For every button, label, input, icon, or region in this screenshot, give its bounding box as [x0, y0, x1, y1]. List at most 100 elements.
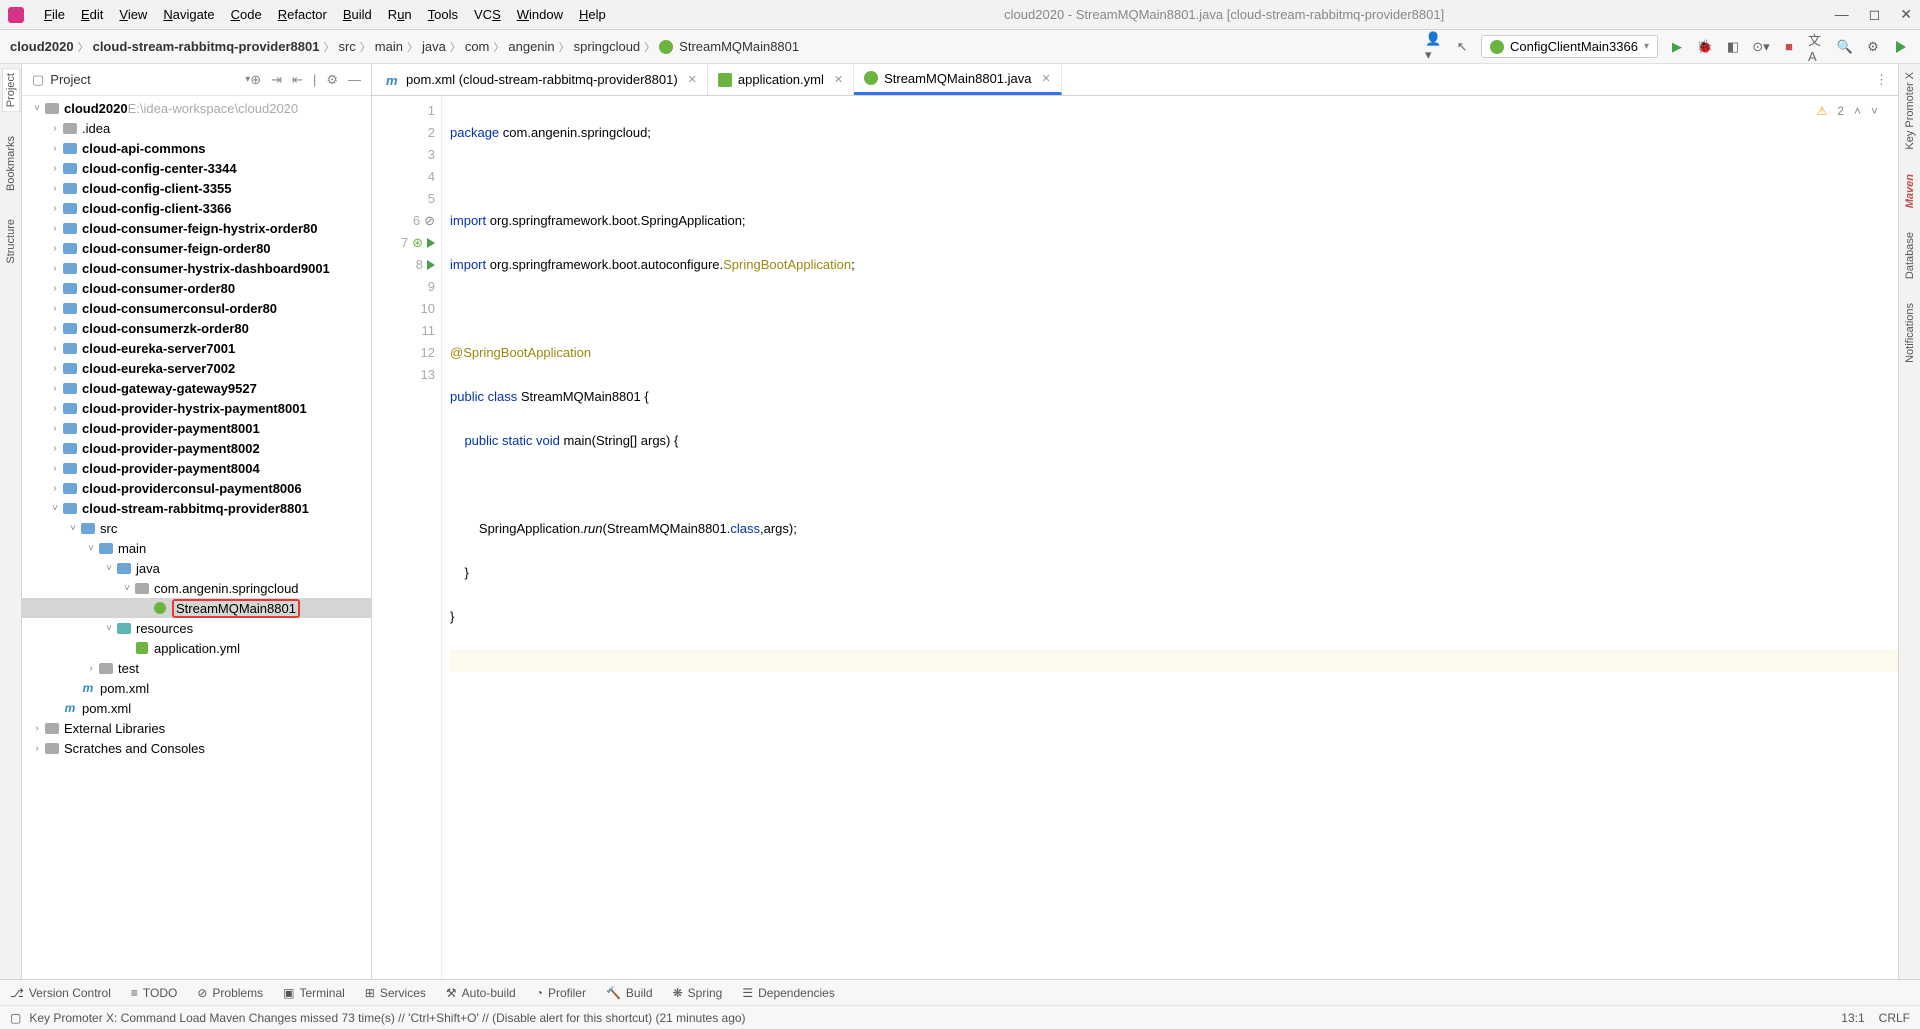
chevron-icon[interactable]: › [48, 183, 62, 194]
tree-item[interactable]: ›cloud-provider-payment8002 [22, 438, 371, 458]
tab-maven[interactable]: Maven [1902, 170, 1918, 212]
crumb[interactable]: main [375, 39, 403, 54]
stop-icon[interactable]: ■ [1780, 38, 1798, 56]
menu-edit[interactable]: Edit [73, 7, 111, 22]
crumb[interactable]: src [338, 39, 355, 54]
status-icon[interactable]: ▢ [10, 1011, 21, 1025]
collapse-icon[interactable]: ⇤ [292, 72, 303, 88]
chevron-icon[interactable]: ˅ [30, 103, 44, 114]
chevron-icon[interactable]: › [48, 343, 62, 354]
search-icon[interactable]: 🔍 [1836, 38, 1854, 56]
tab-keypromoter[interactable]: Key Promoter X [1902, 68, 1918, 154]
tab-project[interactable]: Project [2, 68, 20, 112]
todo-tool[interactable]: ≡ TODO [131, 986, 177, 1000]
chevron-icon[interactable]: › [84, 663, 98, 674]
menu-file[interactable]: File [36, 7, 73, 22]
tabs-more-icon[interactable]: ⋮ [1875, 72, 1888, 88]
problems-tool[interactable]: ⊘ Problems [197, 986, 263, 1000]
run-config-selector[interactable]: ConfigClientMain3366 ▾ [1481, 35, 1658, 58]
minimize-icon[interactable]: — [1835, 6, 1849, 23]
tree-item[interactable]: ›External Libraries [22, 718, 371, 738]
tree-item[interactable]: ›cloud-providerconsul-payment8006 [22, 478, 371, 498]
close-tab-icon[interactable]: ✕ [1042, 72, 1051, 85]
chevron-icon[interactable]: › [48, 323, 62, 334]
run-class-icon[interactable]: ⊛ [412, 232, 423, 254]
menu-vcs[interactable]: VCS [466, 7, 509, 22]
tree-item[interactable]: application.yml [22, 638, 371, 658]
sidebar-title[interactable]: Project [50, 72, 241, 87]
tab-pom[interactable]: mpom.xml (cloud-stream-rabbitmq-provider… [376, 65, 708, 95]
crumb[interactable]: angenin [508, 39, 554, 54]
tree-item[interactable]: ˅cloud2020 E:\idea-workspace\cloud2020 [22, 98, 371, 118]
tree-item[interactable]: ›Scratches and Consoles [22, 738, 371, 758]
chevron-icon[interactable]: › [48, 403, 62, 414]
vcs-tool[interactable]: ⎇ Version Control [10, 986, 111, 1000]
tree-item[interactable]: ˅cloud-stream-rabbitmq-provider8801 [22, 498, 371, 518]
tab-database[interactable]: Database [1902, 228, 1918, 283]
chevron-icon[interactable]: › [48, 123, 62, 134]
chevron-icon[interactable]: ˅ [66, 523, 80, 534]
menu-tools[interactable]: Tools [420, 7, 466, 22]
tree-item[interactable]: mpom.xml [22, 698, 371, 718]
terminal-tool[interactable]: ▣ Terminal [283, 986, 345, 1000]
chevron-icon[interactable]: › [48, 423, 62, 434]
run-gutter-icon[interactable] [427, 260, 435, 270]
profile-icon[interactable]: ⊙▾ [1752, 38, 1770, 56]
locate-icon[interactable]: ⊕ [250, 72, 261, 88]
down-icon[interactable]: ˅ [1871, 100, 1878, 122]
tree-item[interactable]: mpom.xml [22, 678, 371, 698]
crumb[interactable]: com [465, 39, 490, 54]
close-icon[interactable]: ✕ [1900, 6, 1912, 23]
tree-item[interactable]: ›cloud-config-client-3366 [22, 198, 371, 218]
hide-icon[interactable]: — [348, 72, 361, 88]
chevron-icon[interactable]: › [30, 743, 44, 754]
menu-build[interactable]: Build [335, 7, 380, 22]
tab-structure[interactable]: Structure [3, 215, 19, 268]
tree-item[interactable]: ›cloud-eureka-server7001 [22, 338, 371, 358]
tree-item[interactable]: ›cloud-api-commons [22, 138, 371, 158]
chevron-icon[interactable]: › [48, 243, 62, 254]
menu-navigate[interactable]: Navigate [155, 7, 222, 22]
coverage-icon[interactable]: ◧ [1724, 38, 1742, 56]
tree-item[interactable]: ›cloud-consumer-hystrix-dashboard9001 [22, 258, 371, 278]
crumb[interactable]: java [422, 39, 446, 54]
crumb[interactable]: cloud-stream-rabbitmq-provider8801 [93, 39, 320, 54]
chevron-icon[interactable]: › [48, 363, 62, 374]
tab-java[interactable]: StreamMQMain8801.java✕ [854, 65, 1062, 95]
chevron-icon[interactable]: ˅ [102, 563, 116, 574]
caret-position[interactable]: 13:1 [1841, 1011, 1864, 1025]
tab-yml[interactable]: application.yml✕ [708, 65, 854, 95]
menu-refactor[interactable]: Refactor [270, 7, 335, 22]
chevron-icon[interactable]: › [48, 443, 62, 454]
tree-item[interactable]: ˅com.angenin.springcloud [22, 578, 371, 598]
deps-tool[interactable]: ☰ Dependencies [742, 986, 835, 1000]
crumb[interactable]: StreamMQMain8801 [679, 39, 799, 54]
tab-bookmarks[interactable]: Bookmarks [3, 132, 19, 195]
chevron-icon[interactable]: › [48, 383, 62, 394]
chevron-icon[interactable]: › [30, 723, 44, 734]
tree-item[interactable]: StreamMQMain8801 [22, 598, 371, 618]
run-gutter-icon[interactable] [427, 238, 435, 248]
project-tree[interactable]: ˅cloud2020 E:\idea-workspace\cloud2020›.… [22, 96, 371, 979]
chevron-icon[interactable]: ˅ [84, 543, 98, 554]
chevron-icon[interactable]: › [48, 223, 62, 234]
chevron-icon[interactable]: › [48, 263, 62, 274]
tree-item[interactable]: ›cloud-eureka-server7002 [22, 358, 371, 378]
autobuild-tool[interactable]: ⚒ Auto-build [446, 986, 516, 1000]
tree-item[interactable]: ›cloud-consumerzk-order80 [22, 318, 371, 338]
translate-icon[interactable]: 文A [1808, 38, 1826, 56]
run-icon[interactable]: ▶ [1668, 38, 1686, 56]
services-tool[interactable]: ⊞ Services [365, 986, 426, 1000]
chevron-icon[interactable]: › [48, 203, 62, 214]
crumb[interactable]: cloud2020 [10, 39, 74, 54]
menu-code[interactable]: Code [223, 7, 270, 22]
crumb[interactable]: springcloud [574, 39, 641, 54]
chevron-icon[interactable]: › [48, 483, 62, 494]
gutter-marker-icon[interactable]: ⊘ [424, 210, 435, 232]
close-tab-icon[interactable]: ✕ [834, 73, 843, 86]
code-editor[interactable]: package com.angenin.springcloud; import … [442, 96, 1898, 979]
up-icon[interactable]: ˄ [1854, 100, 1861, 122]
tab-notifications[interactable]: Notifications [1902, 299, 1918, 367]
chevron-icon[interactable]: ˅ [102, 623, 116, 634]
back-icon[interactable]: ↖ [1453, 38, 1471, 56]
